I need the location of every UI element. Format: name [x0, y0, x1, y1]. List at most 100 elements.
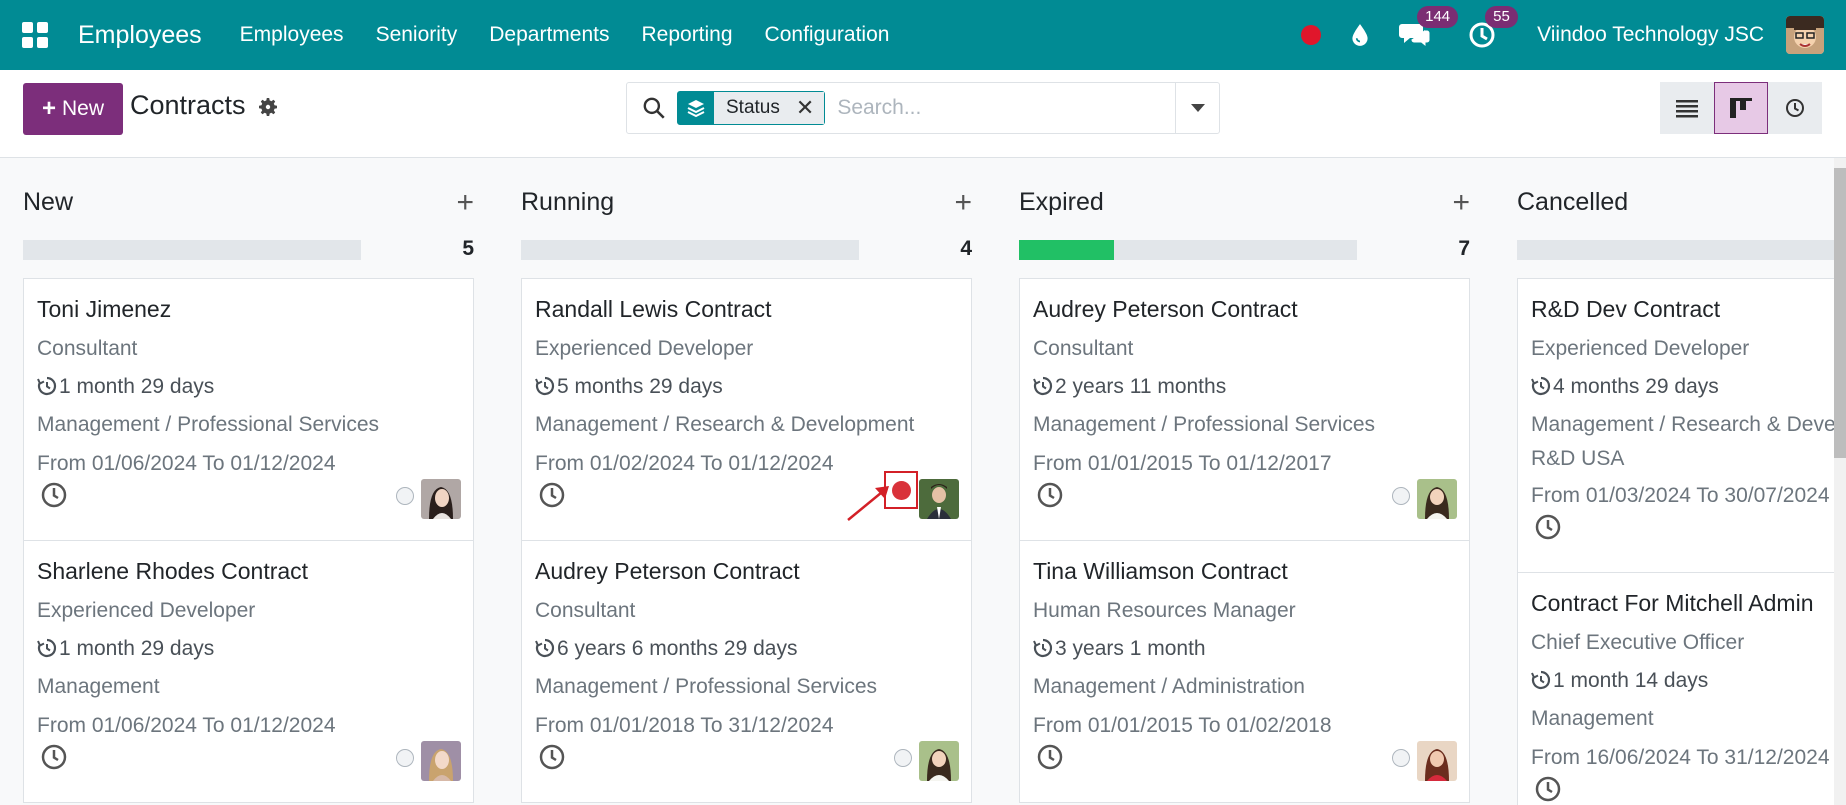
column-title[interactable]: Expired [1019, 188, 1104, 217]
contract-card[interactable]: R&D Dev Contract Experienced Developer 4… [1517, 278, 1846, 573]
activity-clock-icon[interactable] [1036, 481, 1064, 509]
clock-icon [1786, 99, 1804, 117]
kanban-column-expired: Expired + 7 Audrey Peterson Contract Con… [1019, 158, 1470, 803]
card-duration-row: 6 years 6 months 29 days [535, 637, 797, 661]
column-header: Cancelled [1517, 158, 1846, 260]
card-title: Audrey Peterson Contract [1033, 296, 1298, 322]
new-button[interactable]: + New [23, 83, 123, 135]
scrollbar-thumb[interactable] [1834, 168, 1846, 458]
card-duration-row: 1 month 29 days [37, 637, 214, 661]
column-count: 5 [462, 237, 474, 260]
column-progress-bar[interactable] [521, 240, 859, 260]
employee-avatar[interactable] [1417, 741, 1457, 781]
employee-avatar[interactable] [1417, 479, 1457, 519]
column-progress-bar[interactable] [1019, 240, 1357, 260]
card-department-line2: R&D USA [1531, 447, 1625, 470]
card-dates: From 01/03/2024 To 30/07/2024 [1531, 484, 1830, 507]
facet-label: Status [726, 97, 780, 118]
card-duration: 6 years 6 months 29 days [557, 637, 798, 660]
contract-card[interactable]: Tina Williamson Contract Human Resources… [1019, 540, 1470, 803]
add-card-icon[interactable]: + [456, 186, 474, 220]
card-title: Toni Jimenez [37, 296, 172, 322]
activity-clock-icon[interactable] [40, 743, 68, 771]
card-duration: 1 month 29 days [59, 637, 215, 660]
view-switcher [1660, 82, 1822, 134]
column-progress-bar[interactable] [23, 240, 361, 260]
kanban-state-blocked[interactable] [884, 471, 918, 509]
close-icon[interactable]: ✕ [796, 95, 814, 121]
add-card-icon[interactable]: + [954, 186, 972, 220]
contract-card[interactable]: Audrey Peterson Contract Consultant 6 ye… [521, 540, 972, 803]
card-dates: From 01/06/2024 To 01/12/2024 [37, 452, 336, 475]
kanban-column-new: New + 5 Toni Jimenez Consultant 1 month … [23, 158, 474, 803]
card-job: Chief Executive Officer [1531, 631, 1745, 654]
card-duration-row: 3 years 1 month [1033, 637, 1206, 661]
card-dates: From 01/01/2015 To 01/12/2017 [1033, 452, 1332, 475]
column-title[interactable]: Running [521, 188, 614, 217]
card-job: Experienced Developer [37, 599, 256, 622]
kanban-state-normal[interactable] [1392, 487, 1410, 505]
kanban-state-normal[interactable] [894, 749, 912, 767]
plus-icon: + [41, 95, 56, 122]
contract-card[interactable]: Contract For Mitchell Admin Chief Execut… [1517, 572, 1846, 805]
activity-clock-icon[interactable] [1534, 775, 1562, 803]
user-avatar[interactable] [1786, 16, 1824, 54]
new-button-label: New [62, 97, 105, 120]
employee-avatar[interactable] [421, 479, 461, 519]
card-title: R&D Dev Contract [1531, 296, 1721, 322]
menu-departments[interactable]: Departments [473, 23, 625, 47]
search-input[interactable] [837, 96, 1138, 120]
menu-reporting[interactable]: Reporting [625, 23, 748, 47]
card-duration-row: 2 years 11 months [1033, 375, 1226, 399]
history-icon [535, 638, 555, 658]
add-card-icon[interactable]: + [1452, 186, 1470, 220]
drop-icon[interactable] [1347, 22, 1373, 48]
history-icon [535, 376, 555, 396]
card-dates: From 16/06/2024 To 31/12/2024 [1531, 746, 1830, 769]
menu-employees[interactable]: Employees [224, 23, 360, 47]
card-job: Consultant [37, 337, 138, 360]
activity-clock-icon[interactable] [40, 481, 68, 509]
record-indicator-icon[interactable] [1301, 25, 1322, 45]
menu-seniority[interactable]: Seniority [360, 23, 474, 47]
kanban-view-button[interactable] [1714, 82, 1768, 134]
kanban-state-normal[interactable] [396, 487, 414, 505]
kanban-state-normal[interactable] [1392, 749, 1410, 767]
employee-avatar[interactable] [421, 741, 461, 781]
menu-configuration[interactable]: Configuration [749, 23, 906, 47]
contract-card[interactable]: Toni Jimenez Consultant 1 month 29 days … [23, 278, 474, 541]
card-department: Management / Professional Services [535, 675, 877, 698]
history-icon [37, 638, 57, 658]
list-view-button[interactable] [1660, 82, 1714, 134]
contract-card[interactable]: Randall Lewis Contract Experienced Devel… [521, 278, 972, 541]
activity-clock-icon[interactable] [1534, 513, 1562, 541]
card-department: Management [1531, 707, 1654, 730]
contract-card[interactable]: Sharlene Rhodes Contract Experienced Dev… [23, 540, 474, 803]
contract-card[interactable]: Audrey Peterson Contract Consultant 2 ye… [1019, 278, 1470, 541]
apps-menu-icon[interactable] [22, 22, 48, 48]
top-navbar: Employees Employees Seniority Department… [0, 0, 1846, 70]
app-name[interactable]: Employees [78, 21, 202, 50]
employee-avatar[interactable] [919, 741, 959, 781]
column-count: 4 [960, 237, 972, 260]
column-title[interactable]: Cancelled [1517, 188, 1628, 217]
activity-clock-icon[interactable] [1036, 743, 1064, 771]
search-bar: Status ✕ [626, 82, 1220, 134]
activity-view-button[interactable] [1768, 82, 1822, 134]
gear-icon[interactable] [256, 95, 280, 119]
company-switcher[interactable]: Viindoo Technology JSC [1537, 23, 1764, 47]
messaging-menu[interactable]: 144 [1399, 6, 1459, 50]
column-title[interactable]: New [23, 188, 73, 217]
kanban-state-normal[interactable] [396, 749, 414, 767]
employee-avatar[interactable] [919, 479, 959, 519]
activity-menu[interactable]: 55 [1467, 6, 1518, 50]
activity-clock-icon[interactable] [538, 743, 566, 771]
history-icon [1531, 670, 1551, 690]
column-progress-bar[interactable] [1517, 240, 1846, 260]
history-icon [1033, 638, 1053, 658]
search-icon[interactable] [641, 95, 667, 121]
card-department: Management / Administration [1033, 675, 1305, 698]
search-options-toggle[interactable] [1175, 83, 1219, 133]
search-facet-status[interactable]: Status ✕ [677, 91, 826, 125]
activity-clock-icon[interactable] [538, 481, 566, 509]
